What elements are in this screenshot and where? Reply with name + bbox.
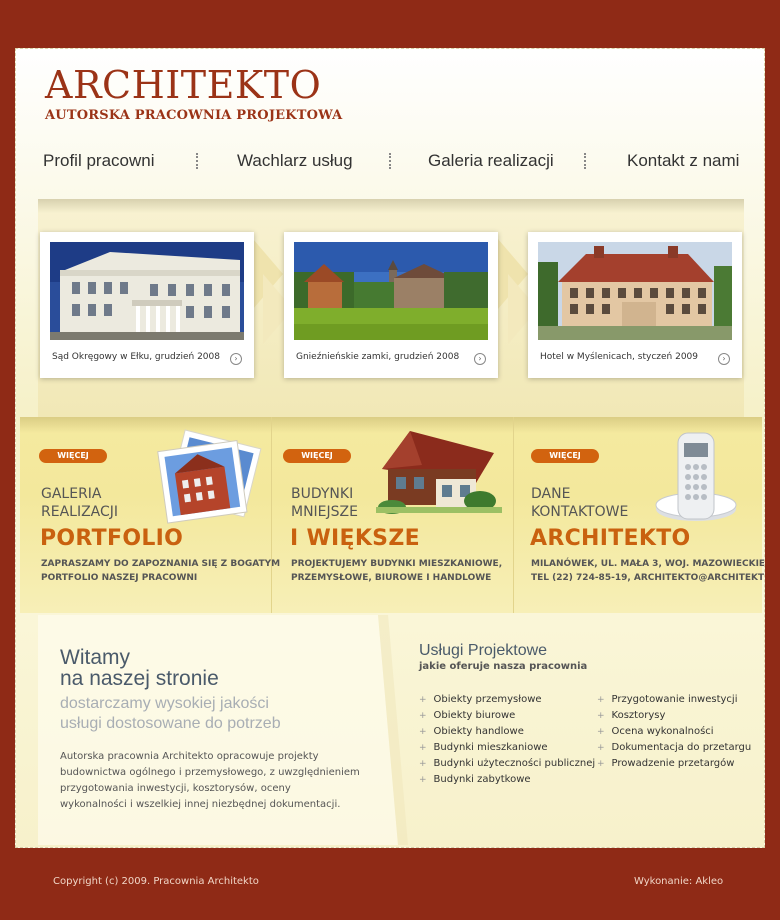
card-caption: Hotel w Myślenicach, styczeń 2009 — [540, 352, 699, 362]
more-button-budynki[interactable]: WIĘCEJ — [283, 449, 351, 463]
welcome-title: Witamy na naszej stronie — [60, 646, 219, 690]
services-subtitle: jakie oferuje nasza pracownia — [419, 661, 588, 672]
feature-line2: KONTAKTOWE — [531, 504, 629, 520]
service-item[interactable]: + Kosztorysy — [597, 708, 751, 724]
nav-item-galeria[interactable]: Galeria realizacji — [428, 151, 554, 171]
house-icon — [376, 431, 502, 514]
feature-desc-1: ZAPRASZAMY DO ZAPOZNANIA SIĘ Z BOGATYM — [41, 559, 281, 569]
logo-subtitle: AUTORSKA PRACOWNIA PROJEKTOWA — [45, 108, 343, 123]
column-divider — [271, 417, 272, 613]
feature-line1: BUDYNKI — [291, 486, 354, 502]
card-caption: Sąd Okręgowy w Ełku, grudzień 2008 — [52, 352, 220, 362]
feature-desc-2: TEL (22) 724-85-19, ARCHITEKTO@ARCHITEKT… — [531, 573, 765, 583]
feature-line1: DANE — [531, 486, 571, 502]
service-item[interactable]: + Obiekty przemysłowe — [419, 692, 595, 708]
footer-credit[interactable]: Wykonanie: Akleo — [634, 876, 723, 887]
photo-stack-icon — [157, 429, 262, 524]
nav-separator — [584, 153, 586, 169]
more-button-portfolio[interactable]: WIĘCEJ — [39, 449, 107, 463]
nav-separator — [196, 153, 198, 169]
gallery-card-zamki[interactable]: Gnieźnieńskie zamki, grudzień 2008 › — [284, 232, 498, 378]
photo-court-building[interactable] — [50, 242, 244, 340]
arrow-right-icon[interactable]: › — [474, 353, 486, 365]
card-caption: Gnieźnieńskie zamki, grudzień 2008 — [296, 352, 460, 362]
service-item[interactable]: + Prowadzenie przetargów — [597, 756, 751, 772]
feature-line2: REALIZACJI — [41, 504, 119, 520]
service-item[interactable]: + Budynki użyteczności publicznej — [419, 756, 595, 772]
feature-title-portfolio[interactable]: PORTFOLIO — [40, 526, 183, 551]
footer-copyright: Copyright (c) 2009. Pracownia Architekto — [53, 876, 259, 887]
photo-hotel[interactable] — [538, 242, 732, 340]
feature-title-architekto[interactable]: ARCHITEKTO — [530, 526, 691, 551]
feature-line2: MNIEJSZE — [291, 504, 358, 520]
services-list-2: + Przygotowanie inwestycji + Kosztorysy + O… — [597, 692, 751, 772]
photo-castle[interactable] — [294, 242, 488, 340]
arrow-right-icon[interactable]: › — [718, 353, 730, 365]
nav-item-kontakt[interactable]: Kontakt z nami — [627, 151, 739, 171]
column-divider — [513, 417, 514, 613]
service-item[interactable]: + Obiekty biurowe — [419, 708, 595, 724]
phone-icon — [655, 432, 737, 521]
main-nav: Profil pracowni Wachlarz usług Galeria r… — [16, 145, 764, 181]
arrow-right-icon[interactable]: › — [230, 353, 242, 365]
logo-title[interactable]: ARCHITEKTO — [45, 63, 321, 107]
services-title: Usługi Projektowe — [419, 642, 548, 659]
feature-desc-2: PRZEMYSŁOWE, BIUROWE I HANDLOWE — [291, 573, 492, 583]
nav-separator — [389, 153, 391, 169]
more-button-kontakt[interactable]: WIĘCEJ — [531, 449, 599, 463]
nav-item-uslugi[interactable]: Wachlarz usług — [237, 151, 353, 171]
service-item[interactable]: + Budynki mieszkaniowe — [419, 740, 595, 756]
gallery-card-sad[interactable]: Sąd Okręgowy w Ełku, grudzień 2008 › — [40, 232, 254, 378]
nav-item-profil[interactable]: Profil pracowni — [43, 151, 155, 171]
service-item[interactable]: + Obiekty handlowe — [419, 724, 595, 740]
feature-desc-1: MILANÓWEK, UL. MAŁA 3, WOJ. MAZOWIECKIE — [531, 559, 765, 569]
service-item[interactable]: + Przygotowanie inwestycji — [597, 692, 751, 708]
feature-desc-1: PROJEKTUJEMY BUDYNKI MIESZKANIOWE, — [291, 559, 503, 569]
page-container: ARCHITEKTO AUTORSKA PRACOWNIA PROJEKTOWA… — [15, 48, 765, 848]
band-shadow — [38, 199, 744, 213]
feature-desc-2: PORTFOLIO NASZEJ PRACOWNI — [41, 573, 198, 583]
gallery-card-hotel[interactable]: Hotel w Myślenicach, styczeń 2009 › — [528, 232, 742, 378]
feature-line1: GALERIA — [41, 486, 102, 502]
feature-title-budynki[interactable]: I WIĘKSZE — [290, 526, 420, 551]
service-item[interactable]: + Dokumentacja do przetargu — [597, 740, 751, 756]
welcome-paragraph: Autorska pracownia Architekto opracowuje… — [60, 751, 360, 810]
service-item[interactable]: + Ocena wykonalności — [597, 724, 751, 740]
welcome-subtitle: dostarczamy wysokiej jakości usługi dost… — [60, 695, 281, 732]
services-list-1: + Obiekty przemysłowe + Obiekty biurowe + O… — [419, 692, 595, 788]
service-item[interactable]: + Budynki zabytkowe — [419, 772, 595, 788]
